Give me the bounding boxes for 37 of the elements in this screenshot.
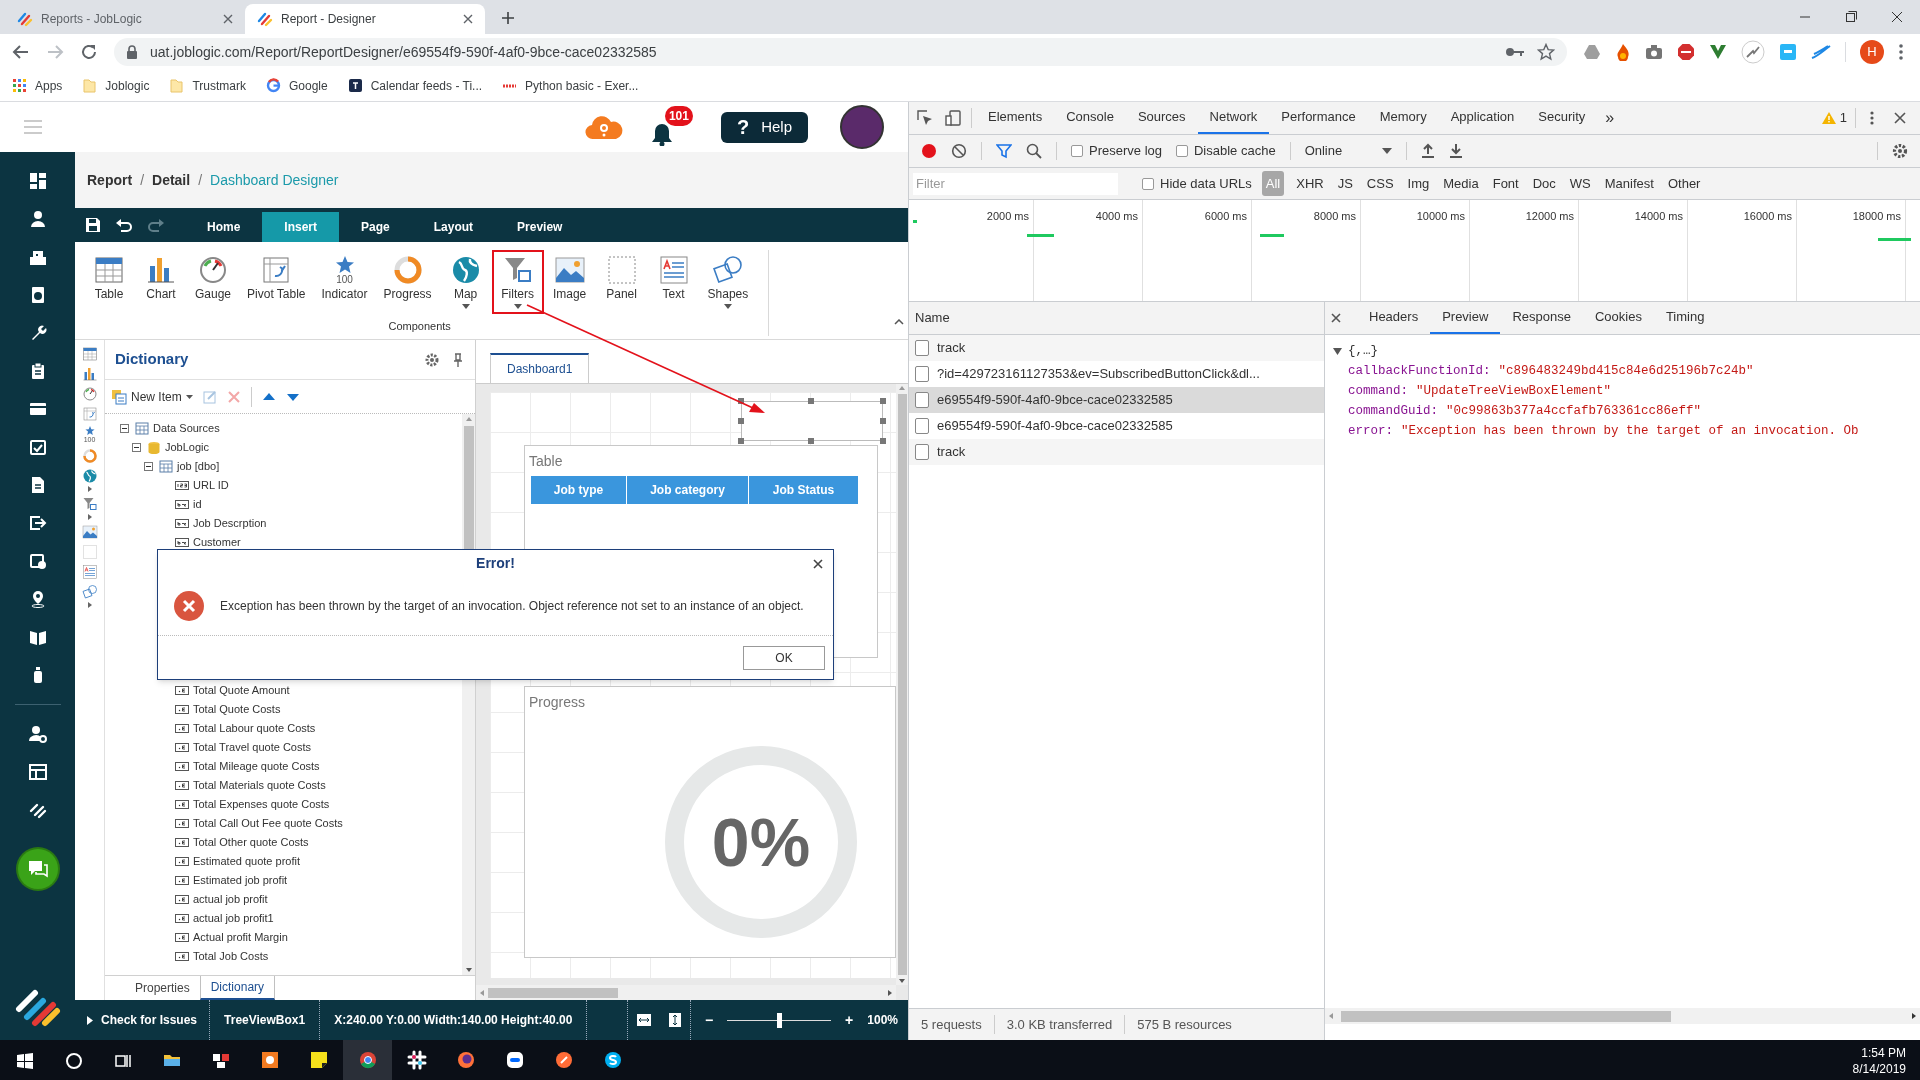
json-key: callbackFunctionId: <box>1348 361 1491 381</box>
json-value: "Exception has been thrown by the target of an invocation. Ob <box>1401 423 1859 440</box>
panel-title: Dictionary <box>115 349 189 370</box>
breadcrumb-item: Dashboard Designer <box>210 170 339 190</box>
status-text: 3.0 KB transferred <box>994 1014 1126 1035</box>
zoom-level: 100% <box>867 1012 898 1029</box>
panel-title: Table <box>529 452 564 471</box>
timeline-tick: 6000 ms <box>1204 209 1248 224</box>
timeline-tick: 16000 ms <box>1743 209 1793 224</box>
timeline-tick: 4000 ms <box>1095 209 1139 224</box>
breadcrumb-separator: / <box>139 170 145 190</box>
group-label: Components <box>388 318 451 334</box>
url-text: uat.joblogic.com/Report/ReportDesigner/e69554f9-590f-4af0-9bce-cace02332585 <box>150 42 658 62</box>
progress-value: 0% <box>711 803 811 882</box>
json-root: {,…} <box>1348 343 1378 360</box>
dialog-title: Error! <box>476 553 515 573</box>
json-key: command: <box>1348 381 1408 401</box>
timeline-tick: 8000 ms <box>1313 209 1357 224</box>
json-key: error: <box>1348 421 1393 441</box>
json-value: "0c99863b377a4ccfafb763361cc86eff" <box>1446 403 1702 420</box>
error-message: Exception has been thrown by the target of an invocation. Object reference not set to an instance of an object. <box>220 597 804 615</box>
panel-title: Progress <box>529 693 587 712</box>
timeline-tick: 18000 ms <box>1852 209 1902 224</box>
status-text: 5 requests <box>909 1014 995 1035</box>
breadcrumb-separator: / <box>197 170 204 190</box>
clock-date: 8/14/2019 <box>1852 1061 1906 1077</box>
json-key: commandGuid: <box>1348 401 1438 421</box>
timeline-tick: 12000 ms <box>1525 209 1575 224</box>
notification-count: 101 <box>664 106 693 126</box>
indicator-value: 100 <box>336 274 353 286</box>
timeline-tick: 2000 ms <box>986 209 1030 224</box>
json-value: "UpdateTreeViewBoxElement" <box>1416 383 1612 400</box>
clock-time: 1:54 PM <box>1861 1045 1906 1061</box>
status-text: 575 B resources <box>1136 1015 1233 1034</box>
json-value: "c896483249bd415c84e6d25196b7c24b" <box>1498 363 1754 380</box>
timeline-tick: 14000 ms <box>1634 209 1684 224</box>
timeline-tick: 10000 ms <box>1416 209 1466 224</box>
